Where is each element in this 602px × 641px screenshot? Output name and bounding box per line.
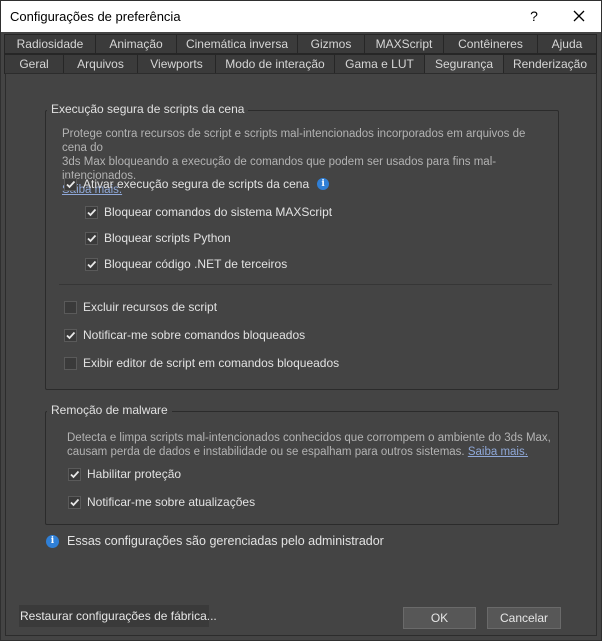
- exclude-resources-row: Excluir recursos de script: [64, 299, 217, 315]
- safe-scene-script-title: Execução segura de scripts da cena: [47, 102, 249, 116]
- checkmark-icon: [66, 180, 76, 188]
- enable-safe-execution-label: Ativar execução segura de scripts da cen…: [83, 177, 310, 191]
- block-dotnet-checkbox[interactable]: [85, 257, 98, 271]
- show-editor-checkbox[interactable]: [64, 356, 77, 370]
- title-bar: Configurações de preferência ?: [1, 1, 601, 32]
- close-button[interactable]: [559, 3, 599, 30]
- block-dotnet-label: Bloquear código .NET de terceiros: [104, 257, 288, 271]
- admin-note: i Essas configurações são gerenciadas pe…: [46, 534, 384, 548]
- window-title: Configurações de preferência: [10, 9, 181, 24]
- checkmark-icon: [87, 260, 97, 268]
- tab-animacao[interactable]: Animação: [95, 34, 177, 54]
- help-button[interactable]: ?: [515, 3, 553, 30]
- group-separator: [59, 284, 552, 285]
- enable-safe-execution-checkbox[interactable]: [64, 177, 77, 191]
- show-editor-label: Exibir editor de script em comandos bloq…: [83, 356, 340, 370]
- enable-safe-execution-row: Ativar execução segura de scripts da cen…: [64, 176, 330, 192]
- malware-description-line1: Detecta e limpa scripts mal-intencionado…: [67, 432, 551, 444]
- tab-radiosidade[interactable]: Radiosidade: [4, 34, 96, 54]
- block-python-row: Bloquear scripts Python: [85, 230, 231, 246]
- exclude-resources-checkbox[interactable]: [64, 300, 77, 314]
- malware-learn-more-link[interactable]: Saiba mais.: [468, 446, 528, 458]
- tab-modo-de-interacao[interactable]: Modo de interação: [215, 54, 335, 74]
- block-maxscript-label: Bloquear comandos do sistema MAXScript: [104, 205, 333, 219]
- safe-scene-description-line1: Protege contra recursos de script e scri…: [62, 128, 526, 154]
- notify-updates-label: Notificar-me sobre atualizações: [87, 495, 256, 509]
- tab-gizmos[interactable]: Gizmos: [297, 34, 365, 54]
- checkmark-icon: [70, 498, 80, 506]
- malware-description: Detecta e limpa scripts mal-intencionado…: [67, 431, 555, 459]
- tab-arquivos[interactable]: Arquivos: [63, 54, 138, 74]
- tab-geral[interactable]: Geral: [4, 54, 64, 74]
- tab-cinematica-inversa[interactable]: Cinemática inversa: [176, 34, 298, 54]
- block-python-label: Bloquear scripts Python: [104, 231, 231, 245]
- cancel-button[interactable]: Cancelar: [487, 607, 561, 629]
- block-maxscript-row: Bloquear comandos do sistema MAXScript: [85, 204, 332, 220]
- info-icon: i: [46, 534, 59, 548]
- tab-renderizacao[interactable]: Renderização: [503, 54, 597, 74]
- checkmark-icon: [87, 208, 97, 216]
- notify-blocked-checkbox[interactable]: [64, 328, 77, 342]
- tab-maxscript[interactable]: MAXScript: [364, 34, 444, 54]
- malware-removal-title: Remoção de malware: [47, 403, 172, 417]
- notify-updates-checkbox[interactable]: [68, 495, 81, 509]
- info-icon[interactable]: i: [317, 178, 330, 190]
- tab-ajuda[interactable]: Ajuda: [537, 34, 597, 54]
- show-editor-row: Exibir editor de script em comandos bloq…: [64, 355, 339, 371]
- tab-seguranca[interactable]: Segurança: [424, 54, 504, 75]
- admin-note-text: Essas configurações são gerenciadas pelo…: [67, 534, 384, 548]
- block-python-checkbox[interactable]: [85, 231, 98, 245]
- enable-protection-label: Habilitar proteção: [87, 467, 182, 481]
- block-maxscript-checkbox[interactable]: [85, 205, 98, 219]
- enable-protection-row: Habilitar proteção: [68, 466, 181, 482]
- ok-button[interactable]: OK: [403, 607, 476, 629]
- notify-updates-row: Notificar-me sobre atualizações: [68, 494, 255, 510]
- restore-defaults-button[interactable]: Restaurar configurações de fábrica...: [19, 605, 217, 627]
- malware-description-line2: causam perda de dados e instabilidade ou…: [67, 446, 465, 458]
- tab-gama-e-lut[interactable]: Gama e LUT: [334, 54, 425, 74]
- close-icon: [573, 10, 585, 22]
- checkmark-icon: [70, 470, 80, 478]
- notify-blocked-label: Notificar-me sobre comandos bloqueados: [83, 328, 306, 342]
- tab-viewports[interactable]: Viewports: [137, 54, 216, 74]
- tab-conteineres[interactable]: Contêineres: [443, 34, 538, 54]
- enable-protection-checkbox[interactable]: [68, 467, 81, 481]
- exclude-resources-label: Excluir recursos de script: [83, 300, 218, 314]
- checkmark-icon: [87, 234, 97, 242]
- checkmark-icon: [66, 331, 76, 339]
- preferences-window: Configurações de preferência ? Radiosida…: [0, 0, 602, 641]
- notify-blocked-row: Notificar-me sobre comandos bloqueados: [64, 327, 305, 343]
- block-dotnet-row: Bloquear código .NET de terceiros: [85, 256, 287, 272]
